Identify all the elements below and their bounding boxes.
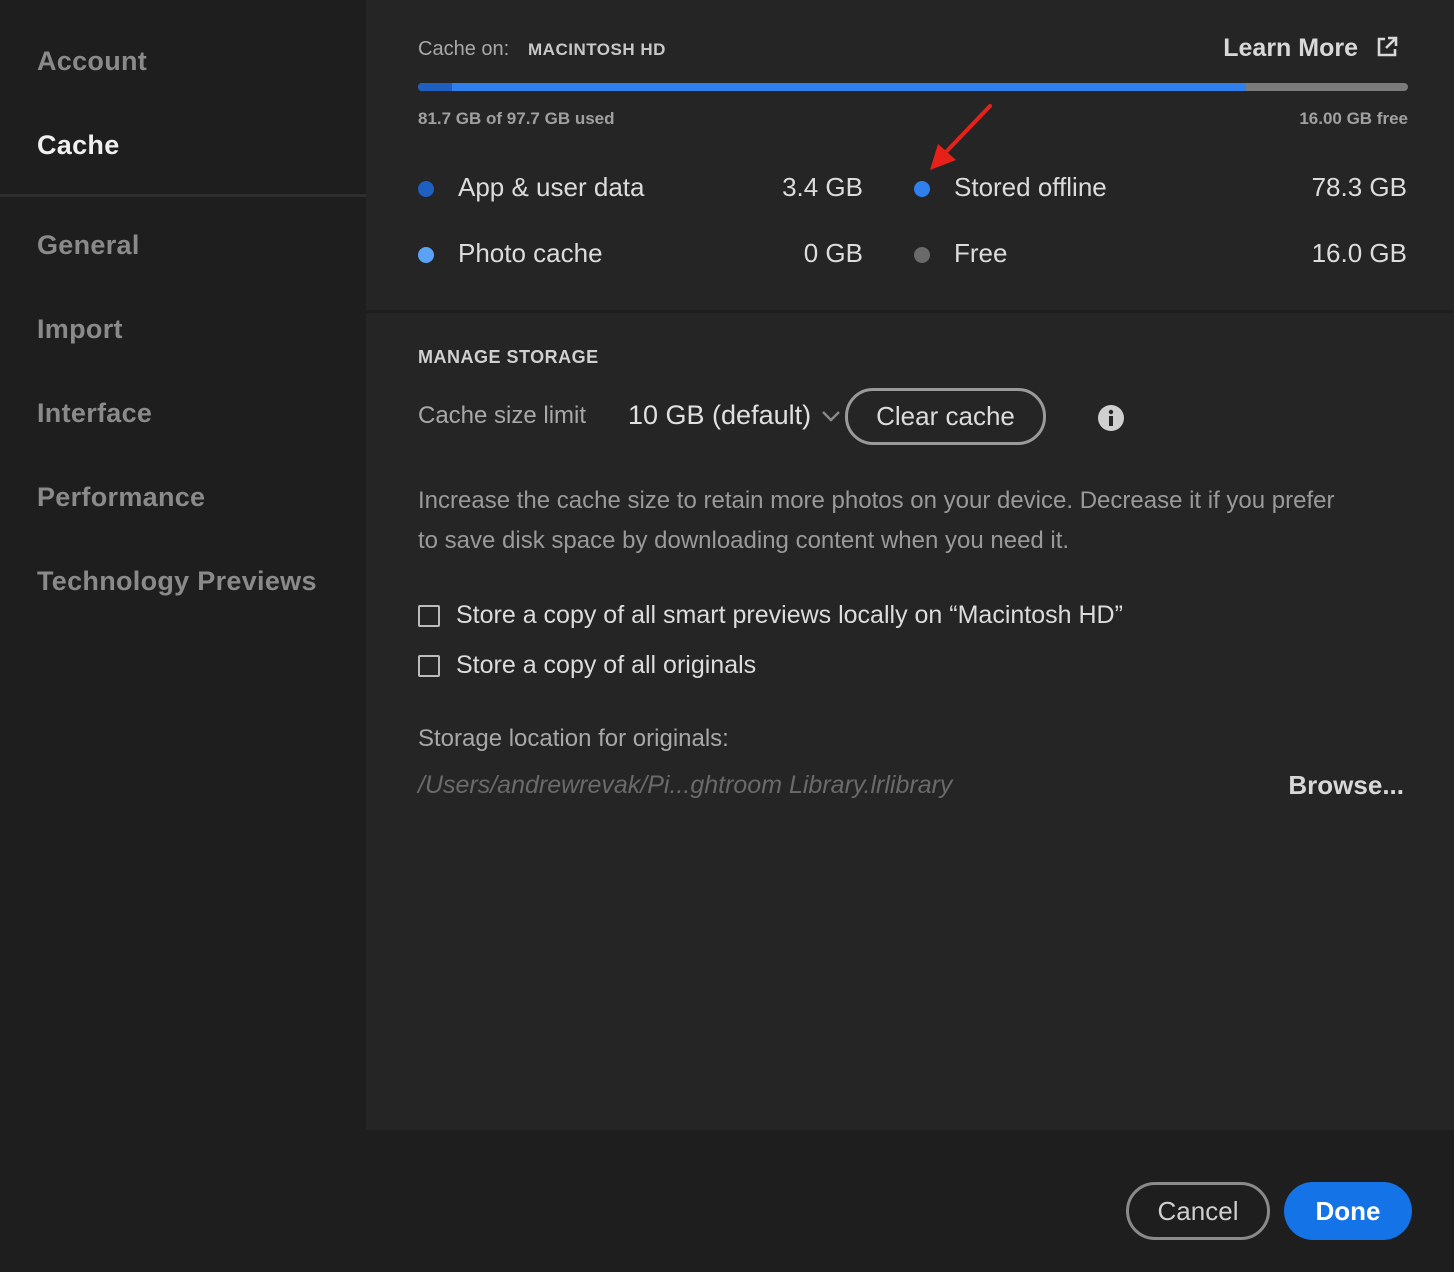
manage-storage-panel: MANAGE STORAGE Cache size limit 10 GB (d… xyxy=(366,313,1454,1130)
legend-value-free: 16.0 GB xyxy=(1311,238,1407,268)
originals-checkbox-label: Store a copy of all originals xyxy=(456,651,757,679)
sidebar-item-cache[interactable]: Cache xyxy=(37,130,120,161)
chevron-down-icon xyxy=(822,410,840,422)
learn-more-link[interactable]: Learn More xyxy=(1223,34,1358,63)
originals-checkbox[interactable] xyxy=(418,654,440,677)
done-button[interactable]: Done xyxy=(1284,1182,1412,1240)
smart-previews-checkbox[interactable] xyxy=(418,604,440,627)
free-space-text: 16.00 GB free xyxy=(1299,109,1408,128)
legend-value-stored-offline: 78.3 GB xyxy=(1311,172,1407,202)
cancel-button[interactable]: Cancel xyxy=(1126,1182,1270,1240)
sidebar-item-account[interactable]: Account xyxy=(37,46,147,77)
smart-previews-checkbox-row[interactable]: Store a copy of all smart previews local… xyxy=(418,601,1123,630)
free-dot-icon xyxy=(914,247,930,263)
preferences-sidebar: Account Cache General Import Interface P… xyxy=(0,0,366,1272)
storage-usage-bar xyxy=(418,83,1408,91)
cache-on-label: Cache on: xyxy=(418,38,510,60)
storage-location-label: Storage location for originals: xyxy=(418,725,729,752)
legend-label-free: Free xyxy=(954,238,1008,268)
legend-label-photo-cache: Photo cache xyxy=(458,238,603,268)
clear-cache-button[interactable]: Clear cache xyxy=(845,388,1046,445)
sidebar-item-interface[interactable]: Interface xyxy=(37,398,152,429)
sidebar-item-technology-previews[interactable]: Technology Previews xyxy=(37,566,317,597)
storage-overview-panel: Cache on: MACINTOSH HD Learn More 81.7 G… xyxy=(366,0,1454,310)
sidebar-item-import[interactable]: Import xyxy=(37,314,123,345)
external-link-icon[interactable] xyxy=(1376,36,1398,58)
sidebar-item-performance[interactable]: Performance xyxy=(37,482,205,513)
cache-size-limit-label: Cache size limit xyxy=(418,402,587,429)
smart-previews-checkbox-label: Store a copy of all smart previews local… xyxy=(456,601,1123,629)
cache-size-limit-value: 10 GB (default) xyxy=(628,400,812,430)
originals-checkbox-row[interactable]: Store a copy of all originals xyxy=(418,651,756,680)
cache-size-limit-dropdown[interactable]: 10 GB (default) xyxy=(628,400,841,431)
storage-location-path: /Users/andrewrevak/Pi...ghtroom Library.… xyxy=(418,771,953,799)
browse-button[interactable]: Browse... xyxy=(1288,770,1404,801)
legend-value-photo-cache: 0 GB xyxy=(803,238,863,268)
stored-offline-dot-icon xyxy=(914,181,930,197)
bar-segment-stored-offline xyxy=(451,83,1246,91)
bar-segment-app-user-data xyxy=(418,83,452,91)
annotation-arrow-icon xyxy=(930,104,992,170)
app-user-data-dot-icon xyxy=(418,181,434,197)
cache-drive-name: MACINTOSH HD xyxy=(528,40,666,59)
sidebar-divider xyxy=(0,194,366,197)
info-icon[interactable] xyxy=(1097,404,1125,432)
manage-storage-title: MANAGE STORAGE xyxy=(418,347,599,367)
legend-label-app-user-data: App & user data xyxy=(458,172,645,202)
cache-size-description: Increase the cache size to retain more p… xyxy=(418,487,1335,554)
legend-label-stored-offline: Stored offline xyxy=(954,172,1107,202)
sidebar-item-general[interactable]: General xyxy=(37,230,140,261)
photo-cache-dot-icon xyxy=(418,247,434,263)
used-space-text: 81.7 GB of 97.7 GB used xyxy=(418,109,615,128)
legend-value-app-user-data: 3.4 GB xyxy=(782,172,863,202)
